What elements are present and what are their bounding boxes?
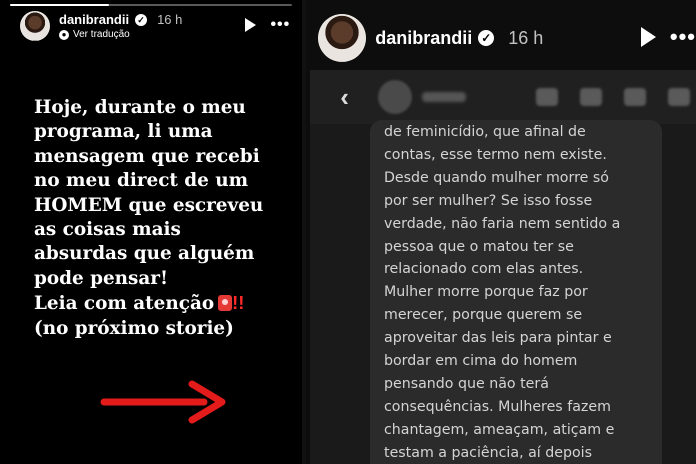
message-line: chantagem, ameaçam, atiçam e [384,421,615,438]
message-line: consequências. Mulheres fazem [384,398,611,415]
message-line: Desde quando mulher morre só [384,169,609,186]
story-actions: ••• [245,16,290,34]
play-icon[interactable] [245,18,257,32]
caption-line: (no próximo storie) [34,317,234,339]
story-panel-left[interactable]: danibrandii ✓ 16 h ● Ver tradução ••• Ho… [0,0,303,464]
caption-line: as coisas mais [34,219,181,241]
caption-line: mensagem que recebi [34,145,260,167]
dm-header-icons [536,88,690,106]
caption-line: no meu direct de um [34,170,249,192]
story-actions: ••• [640,24,696,50]
user-line: danibrandii ✓ 16 h [375,28,543,49]
caption-line: absurdas que alguém [34,243,255,265]
verified-badge-icon: ✓ [135,13,148,26]
gif-icon [536,88,558,106]
back-chevron-icon: ‹ [340,81,349,112]
message-line: pessoa que o matou ter se [384,238,574,255]
avatar[interactable] [318,14,367,62]
translation-label: Ver tradução [73,29,130,40]
dm-header: ‹ [310,70,696,124]
avatar[interactable] [20,11,50,41]
more-icon[interactable]: ••• [670,24,696,50]
message-line: pensando que não terá [384,375,549,392]
story-caption: Hoje, durante o meu programa, li uma men… [34,96,296,341]
globe-icon: ● [59,29,69,40]
user-info: danibrandii ✓ 16 h [375,28,543,49]
phone-icon [580,88,602,106]
caption-line: HOMEM que escreveu [34,194,264,216]
caption-line: Hoje, durante o meu [34,97,246,118]
message-line: verdade, não faria nem sentido a [384,215,621,232]
username[interactable]: danibrandii [375,28,472,49]
exclamation-marks: !! [232,292,245,314]
video-icon [624,88,646,106]
message-line: Mulher morre porque faz por [384,284,588,301]
message-line: por ser mulher? Se isso fosse [384,192,593,209]
message-text: de feminicídio, que afinal de contas, es… [384,121,674,464]
message-line: aproveitar das leis para pintar e [384,330,612,347]
right-arrow-icon [100,380,226,424]
translation-link[interactable]: ● Ver tradução [59,29,182,40]
post-time: 16 h [508,27,544,48]
flag-icon [668,88,690,106]
play-icon[interactable] [640,27,656,47]
verified-badge-icon: ✓ [478,30,495,46]
blurred-avatar [378,80,413,114]
message-line: contas, esse termo nem existe. [384,146,607,163]
story-viewer: danibrandii ✓ 16 h ● Ver tradução ••• Ho… [0,0,696,464]
caption-line: pode pensar! [34,267,169,289]
username[interactable]: danibrandii [59,12,129,27]
post-time: 16 h [157,12,183,27]
story-progress-fill [10,4,109,6]
caption-line: Leia com atenção [34,293,215,315]
user-line: danibrandii ✓ 16 h [59,12,182,27]
story-header: danibrandii ✓ 16 h [318,14,696,62]
blurred-username [422,92,467,102]
message-line: relacionado com elas antes. [384,261,584,278]
more-icon[interactable]: ••• [270,16,290,34]
message-line: de feminicídio, que afinal de [384,124,586,140]
police-light-icon [218,295,233,312]
story-progress-bar [10,4,293,6]
message-line: bordar em cima do homem [384,353,578,370]
message-line: testam a paciência, aí depois [384,444,592,461]
message-line: merecer, porque querem se [384,307,583,324]
user-info: danibrandii ✓ 16 h ● Ver tradução [59,12,182,40]
caption-line: programa, li uma [34,121,213,143]
